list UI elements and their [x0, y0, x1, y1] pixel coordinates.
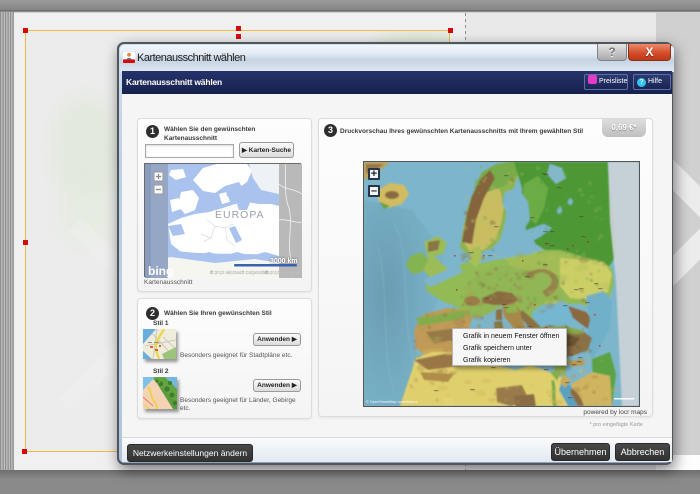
svg-text:© 2013 Microsoft Corporation: © 2013 Microsoft Corporation	[210, 269, 269, 275]
svg-text:© 2010 NAVTEQ: © 2010 NAVTEQ	[265, 269, 299, 275]
svg-text:3000 km: 3000 km	[270, 258, 298, 265]
svg-text:EUROPA: EUROPA	[215, 209, 265, 221]
svg-text:© OpenStreetMap contributors: © OpenStreetMap contributors	[366, 400, 418, 404]
svg-text:bing: bing	[148, 264, 173, 278]
